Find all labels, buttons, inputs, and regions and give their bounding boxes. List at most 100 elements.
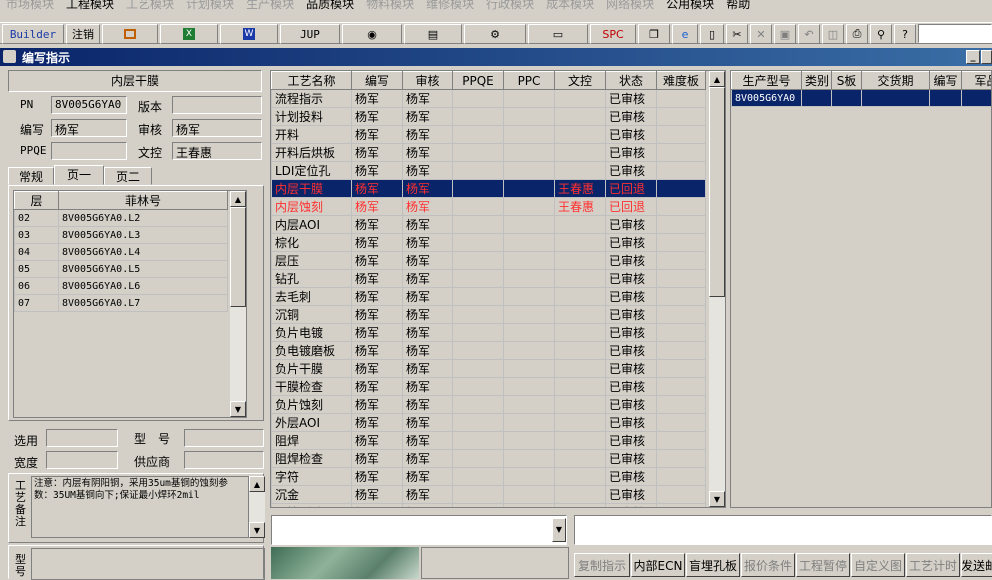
process-row[interactable]: 阻焊杨军杨军已审核 — [272, 432, 706, 450]
menu-item[interactable]: 行政模块 — [486, 0, 534, 11]
ppqe-field[interactable] — [51, 142, 127, 160]
type-field[interactable] — [31, 548, 265, 580]
tools-icon[interactable]: ⚙ — [464, 24, 526, 44]
tab-page-one[interactable]: 页一 — [54, 165, 104, 185]
action-button[interactable]: 报价条件 — [741, 553, 795, 577]
menu-item[interactable]: 市场模块 — [6, 0, 54, 11]
spc-button[interactable]: SPC — [590, 24, 636, 44]
process-scroll-thumb[interactable] — [709, 87, 725, 297]
process-grid[interactable]: 工艺名称编写审核PPQEPPC文控状态难度板 流程指示杨军杨军已审核计划投料杨军… — [270, 70, 726, 508]
undo-icon[interactable]: ↶ — [798, 24, 820, 44]
process-row[interactable]: 流程指示杨军杨军已审核 — [272, 90, 706, 108]
layer-grid[interactable]: 层 菲林号 028V005G6YA0.L2038V005G6YA0.L3048V… — [13, 190, 247, 418]
cut-icon[interactable]: ✂ — [726, 24, 748, 44]
database-icon[interactable]: ▤ — [404, 24, 462, 44]
writer-field[interactable]: 杨军 — [51, 119, 127, 137]
find-icon[interactable]: ⚲ — [870, 24, 892, 44]
action-button[interactable]: 盲埋孔板 — [686, 553, 740, 577]
tab-general[interactable]: 常规 — [8, 167, 54, 185]
process-row[interactable]: 内层蚀刻杨军杨军王春惠已回退 — [272, 198, 706, 216]
toolbar-input[interactable] — [918, 24, 992, 43]
layer-row[interactable]: 068V005G6YA0.L6 — [15, 278, 228, 295]
process-column-header[interactable]: 状态 — [606, 72, 657, 90]
delete-icon[interactable]: ✕ — [750, 24, 772, 44]
menu-item[interactable]: 生产模块 — [246, 0, 294, 11]
action-button[interactable]: 复制指示 — [574, 553, 630, 577]
menu-item[interactable]: 公用模块 — [666, 0, 714, 11]
layer-row[interactable]: 048V005G6YA0.L4 — [15, 244, 228, 261]
process-row[interactable]: 沉铜杨军杨军已审核 — [272, 306, 706, 324]
process-row[interactable]: LDI定位孔杨军杨军已审核 — [272, 162, 706, 180]
process-column-header[interactable]: PPQE — [453, 72, 504, 90]
process-column-header[interactable]: 文控 — [555, 72, 606, 90]
maximize-button[interactable] — [981, 50, 992, 64]
process-row[interactable]: 开料后烘板杨军杨军已审核 — [272, 144, 706, 162]
remark-scrollbar[interactable]: ▲ ▼ — [249, 476, 265, 538]
remark-text[interactable]: 注意：内层有阴阳铜，采用35um基铜的蚀刻参数：35UM基铜向下;保证最小焊环2… — [31, 476, 249, 538]
process-row[interactable]: 阻焊检查杨军杨军已审核 — [272, 450, 706, 468]
process-column-header[interactable]: 工艺名称 — [272, 72, 352, 90]
notes-field[interactable] — [574, 515, 992, 545]
scroll-up-icon[interactable]: ▲ — [230, 191, 246, 207]
process-row[interactable]: 干膜检查杨军杨军已审核 — [272, 378, 706, 396]
width-field[interactable] — [46, 451, 118, 469]
preview-icon[interactable]: ◫ — [822, 24, 844, 44]
word-icon[interactable]: W — [220, 24, 278, 44]
process-row[interactable]: 钻孔杨军杨军已审核 — [272, 270, 706, 288]
process-row[interactable]: 去毛刺杨军杨军已审核 — [272, 288, 706, 306]
menu-item[interactable]: 工艺模块 — [126, 0, 174, 11]
model-column-header[interactable]: 军品 — [962, 72, 992, 90]
chevron-down-icon[interactable]: ▼ — [552, 518, 566, 542]
process-row[interactable]: 外层AOI杨军杨军已审核 — [272, 414, 706, 432]
report-icon[interactable] — [102, 24, 158, 44]
layer-scrollbar[interactable]: ▲ ▼ — [230, 191, 246, 417]
print-icon[interactable]: ⎙ — [846, 24, 868, 44]
action-button[interactable]: 工程暂停 — [796, 553, 850, 577]
scroll-thumb[interactable] — [230, 207, 246, 307]
process-row[interactable]: 计划投料杨军杨军已审核 — [272, 108, 706, 126]
action-button[interactable]: 工艺计时 — [906, 553, 960, 577]
menu-item[interactable]: 计划模块 — [186, 0, 234, 11]
minimize-button[interactable]: _ — [966, 50, 980, 64]
model-row[interactable]: 8V005G6YA0 — [732, 90, 992, 107]
menu-item[interactable]: 帮助 — [726, 0, 750, 11]
menu-item[interactable]: 物料模块 — [366, 0, 414, 11]
process-row[interactable]: 负片蚀刻杨军杨军已审核 — [272, 396, 706, 414]
model-column-header[interactable]: 生产型号 — [732, 72, 802, 90]
package-icon[interactable]: ❐ — [638, 24, 670, 44]
film-column-header[interactable]: 菲林号 — [59, 192, 228, 210]
process-row[interactable]: 内层AOI杨军杨军已审核 — [272, 216, 706, 234]
process-scroll-up-icon[interactable]: ▲ — [709, 71, 725, 87]
browser-icon[interactable]: e — [672, 24, 698, 44]
model-column-header[interactable]: S板 — [832, 72, 862, 90]
process-column-header[interactable]: 审核 — [403, 72, 453, 90]
model-column-header[interactable]: 类别 — [802, 72, 832, 90]
process-row[interactable]: 负电镀磨板杨军杨军已审核 — [272, 342, 706, 360]
process-column-header[interactable]: 编写 — [352, 72, 403, 90]
layer-row[interactable]: 038V005G6YA0.L3 — [15, 227, 228, 244]
supplier-field[interactable] — [184, 451, 264, 469]
help-icon[interactable]: ? — [894, 24, 916, 44]
process-row[interactable]: 字符杨军杨军已审核 — [272, 468, 706, 486]
model-column-header[interactable]: 交货期 — [862, 72, 930, 90]
process-dropdown[interactable]: ▼ — [271, 515, 567, 545]
use-field[interactable] — [46, 429, 118, 447]
layer-row[interactable]: 078V005G6YA0.L7 — [15, 295, 228, 312]
process-column-header[interactable]: PPC — [504, 72, 555, 90]
process-row[interactable]: 负片干膜杨军杨军已审核 — [272, 360, 706, 378]
pn-field[interactable]: 8V005G6YA0 — [51, 96, 127, 114]
process-row[interactable]: 阻抗测试杨军杨军已审核 — [272, 504, 706, 509]
process-column-header[interactable]: 难度板 — [657, 72, 706, 90]
layer-column-header[interactable]: 层 — [15, 192, 59, 210]
process-scrollbar[interactable]: ▲ ▼ — [709, 71, 725, 507]
scroll-down-icon[interactable]: ▼ — [230, 401, 246, 417]
computer-icon[interactable]: ▭ — [528, 24, 588, 44]
logout-button[interactable]: 注销 — [66, 24, 100, 44]
menu-item[interactable]: 成本模块 — [546, 0, 594, 11]
control-field[interactable]: 王春惠 — [172, 142, 262, 160]
layer-row[interactable]: 028V005G6YA0.L2 — [15, 210, 228, 227]
tab-page-two[interactable]: 页二 — [104, 167, 152, 185]
remark-scroll-down-icon[interactable]: ▼ — [249, 522, 265, 538]
action-button[interactable]: 内部ECN — [631, 553, 685, 577]
model-field[interactable] — [184, 429, 264, 447]
